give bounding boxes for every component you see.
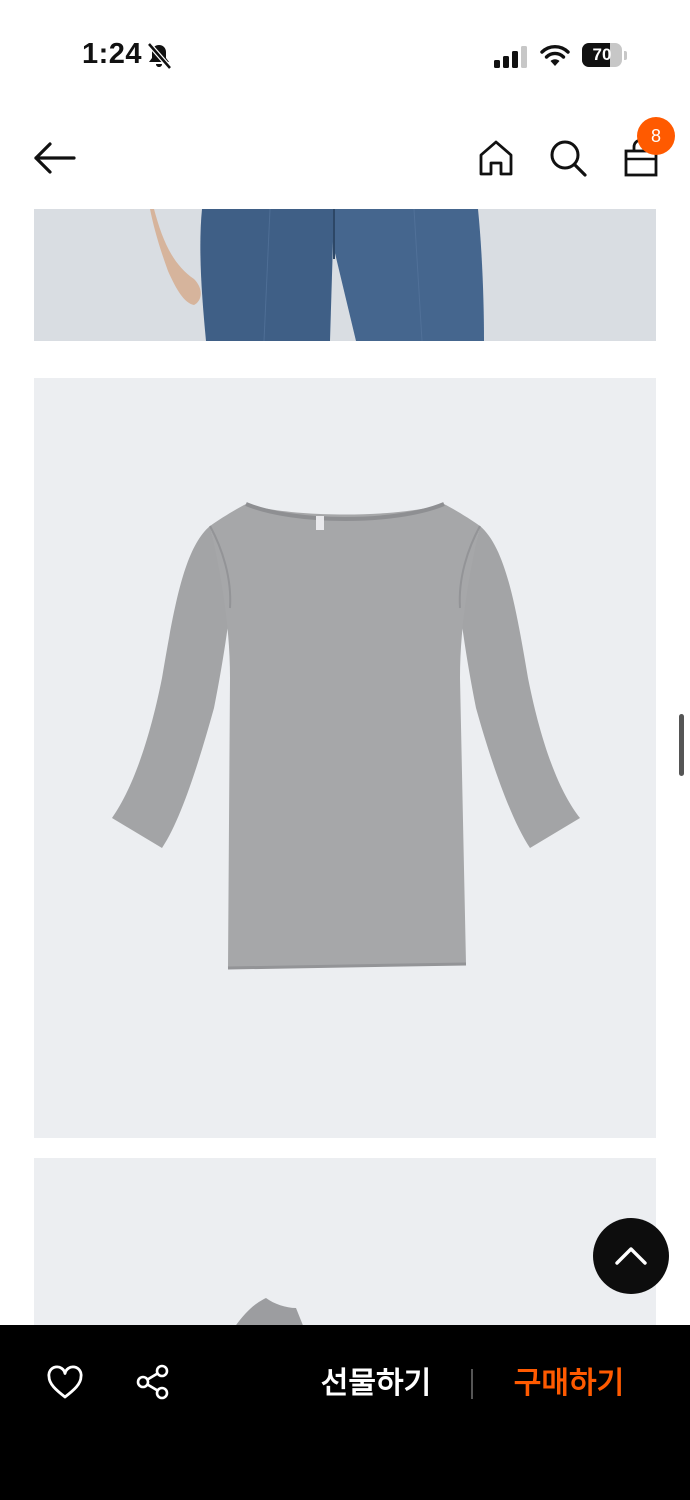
gift-button[interactable]: 선물하기 [300, 1359, 452, 1409]
model-jeans-photo [34, 209, 656, 341]
scroll-to-top-button[interactable] [593, 1218, 669, 1294]
status-time: 1:24 [82, 38, 143, 70]
purchase-bar: 선물하기 구매하기 [0, 1325, 690, 1500]
divider [471, 1369, 473, 1399]
garment-detail-photo [34, 1158, 656, 1328]
wifi-icon [540, 45, 570, 66]
chevron-up-icon [615, 1247, 647, 1265]
bell-off-icon [147, 42, 172, 70]
cart-count-badge: 8 [637, 117, 675, 155]
battery-icon: 70 [582, 43, 628, 69]
scrollbar[interactable] [679, 714, 684, 776]
grey-boatneck-tee-photo [34, 378, 656, 1138]
arrow-left-icon[interactable] [30, 138, 80, 178]
share-icon[interactable] [134, 1363, 172, 1401]
heart-icon[interactable] [46, 1365, 84, 1401]
buy-button[interactable]: 구매하기 [493, 1359, 645, 1409]
cellular-signal-icon [494, 46, 527, 68]
status-bar: 1:24 70 [0, 0, 690, 110]
search-icon[interactable] [547, 137, 589, 179]
home-icon[interactable] [476, 138, 516, 178]
product-header [0, 110, 690, 206]
battery-level: 70 [592, 45, 612, 64]
